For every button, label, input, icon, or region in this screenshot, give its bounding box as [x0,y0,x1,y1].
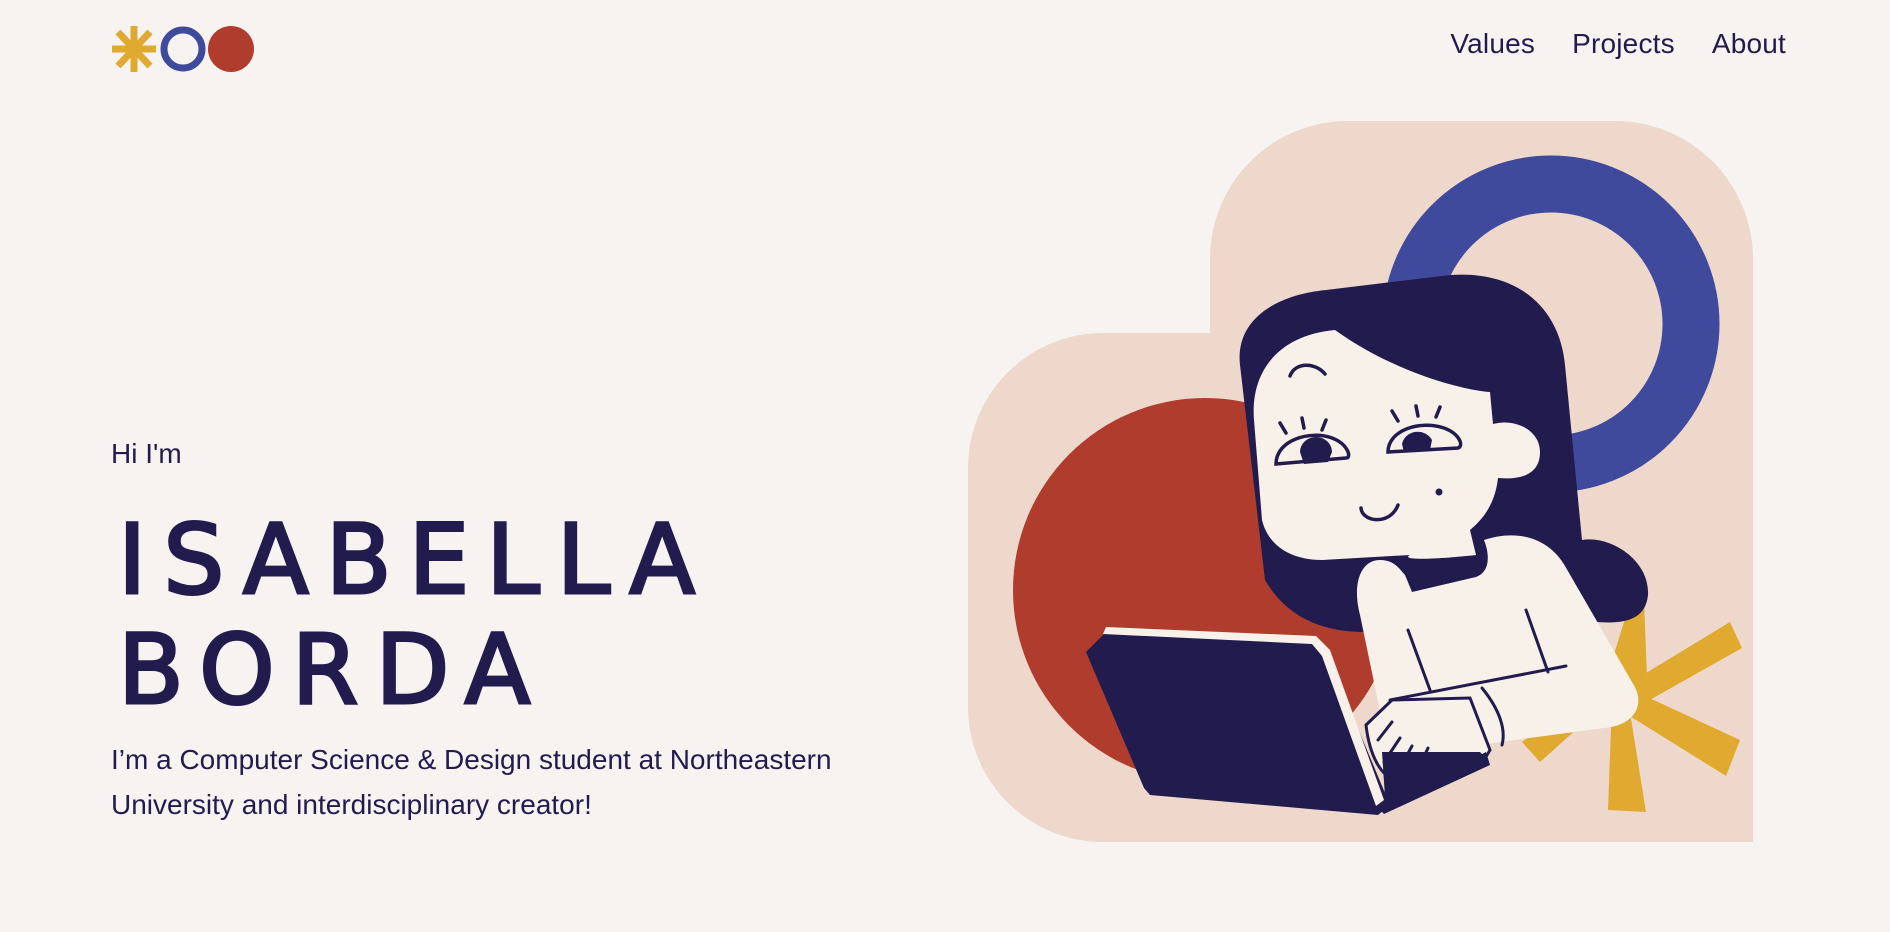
nav-about[interactable]: About [1712,28,1786,60]
nav-values[interactable]: Values [1450,28,1535,60]
hero-illustration [968,121,1753,842]
ring-icon [160,26,206,72]
landing-page: Values Projects About Hi I'm ISABELLA BO… [0,0,1890,932]
hero-bio: I’m a Computer Science & Design student … [111,744,832,820]
hero-name-first: ISABELLA [116,504,713,617]
asterisk-icon [112,26,156,72]
dot-icon [208,26,254,72]
site-logo[interactable] [110,24,256,74]
nav-projects[interactable]: Projects [1572,28,1675,60]
hero-greeting: Hi I'm [111,438,182,469]
hero-name-last: BORDA [116,614,548,727]
hero-name: ISABELLA BORDA [116,504,713,727]
main-nav: Values Projects About [1450,28,1786,60]
